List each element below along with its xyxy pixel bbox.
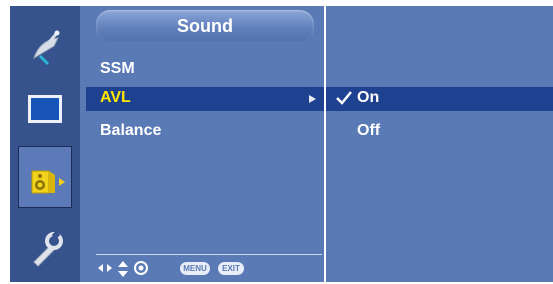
menu-item-label: Balance	[100, 122, 162, 139]
sound-menu-panel: Sound SSM AVL Balance MENU EXIT	[86, 6, 324, 282]
sidebar-item-sound[interactable]	[18, 146, 72, 208]
menu-item-avl[interactable]: AVL	[86, 87, 324, 111]
remote-control-hint-bar: MENU EXIT	[96, 260, 322, 278]
menu-item-label: AVL	[100, 89, 131, 106]
menu-item-balance[interactable]: Balance	[86, 120, 324, 144]
option-off[interactable]: Off	[326, 120, 553, 144]
up-down-arrows-icon	[118, 261, 128, 277]
menu-item-ssm[interactable]: SSM	[86, 58, 324, 82]
checkmark-icon	[336, 91, 352, 105]
sidebar-item-picture[interactable]	[18, 78, 72, 140]
exit-key-hint: EXIT	[218, 262, 244, 275]
sidebar-item-channel[interactable]	[18, 16, 72, 78]
speaker-icon	[31, 170, 65, 194]
left-right-arrows-icon	[98, 264, 112, 272]
option-label: Off	[357, 122, 381, 139]
submenu-arrow-icon	[309, 95, 316, 103]
category-sidebar	[10, 6, 80, 282]
monitor-screen-icon	[28, 95, 62, 123]
sidebar-item-options[interactable]	[18, 216, 72, 278]
avl-options-panel: On Off	[326, 6, 553, 282]
divider	[96, 254, 322, 255]
option-label: On	[357, 89, 380, 106]
menu-header: Sound	[96, 10, 314, 42]
menu-item-label: SSM	[100, 60, 135, 77]
menu-key-hint: MENU	[180, 262, 210, 275]
satellite-dish-icon	[33, 30, 60, 66]
option-on[interactable]: On	[326, 87, 553, 111]
sound-menu-osd: Sound SSM AVL Balance MENU EXIT On Off	[10, 6, 553, 282]
menu-title: Sound	[177, 16, 233, 36]
wrench-icon	[33, 230, 63, 267]
ok-button-icon	[134, 261, 148, 275]
